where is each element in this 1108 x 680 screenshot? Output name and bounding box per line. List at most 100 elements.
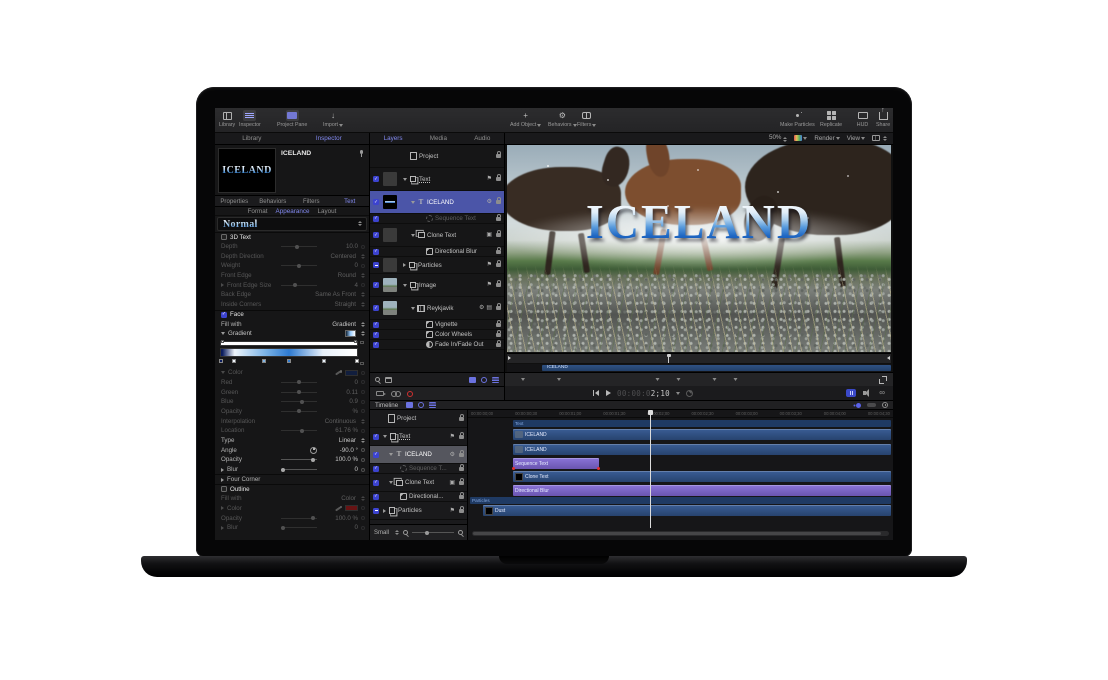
layer-activation-checkbox[interactable] xyxy=(373,305,379,311)
layer-name[interactable]: ICELAND xyxy=(427,199,485,206)
gradient-color-stop[interactable] xyxy=(262,359,266,363)
keyframe-button[interactable] xyxy=(361,390,365,394)
lock-icon[interactable] xyxy=(459,495,464,499)
record-animation-button[interactable] xyxy=(407,391,413,397)
disclosure-icon[interactable] xyxy=(389,481,393,484)
layer-name[interactable]: Text xyxy=(399,433,448,440)
inspector-tab[interactable]: Text xyxy=(331,196,370,206)
slider-knob[interactable] xyxy=(297,264,301,268)
slider-knob[interactable] xyxy=(300,429,304,433)
layer-name[interactable]: Vignette xyxy=(435,321,492,328)
layer-activation-checkbox[interactable] xyxy=(373,466,379,472)
lock-icon[interactable] xyxy=(496,200,501,204)
select-stepper[interactable] xyxy=(361,302,365,307)
out-point-marker[interactable] xyxy=(887,356,890,360)
gradient-preset-icon[interactable] xyxy=(345,330,356,337)
parameter-slider[interactable] xyxy=(281,382,317,383)
timeline-clip[interactable]: ICELAND xyxy=(513,429,891,440)
timeline-clip[interactable]: Particles xyxy=(470,497,891,504)
layer-row[interactable]: Vignette xyxy=(370,320,504,330)
parameter-slider[interactable] xyxy=(281,527,317,528)
keyframe-button[interactable] xyxy=(361,283,365,287)
parameter-value[interactable]: 0.11 xyxy=(320,389,358,396)
canvas-title-text[interactable]: ICELAND xyxy=(507,198,891,247)
layer-row[interactable]: Clone Text ▣ xyxy=(370,224,504,247)
layer-name[interactable]: Image xyxy=(419,282,485,289)
keyframe-button[interactable] xyxy=(361,429,365,433)
gradient-color-stop[interactable] xyxy=(232,359,236,363)
slider-knob[interactable] xyxy=(300,400,304,404)
lock-icon[interactable] xyxy=(496,343,501,347)
parameter-slider[interactable] xyxy=(281,411,317,412)
slider-knob[interactable] xyxy=(281,526,285,530)
slider-knob[interactable] xyxy=(281,468,285,472)
gradient-preset-stepper[interactable] xyxy=(361,331,365,336)
layer-activation-checkbox[interactable] xyxy=(373,332,379,338)
keyframe-button[interactable] xyxy=(361,245,365,249)
render-menu[interactable]: Render xyxy=(814,135,839,142)
zoom-level-select[interactable]: 50% xyxy=(769,134,787,142)
gradient-bar[interactable] xyxy=(220,348,358,357)
preset-stepper[interactable] xyxy=(358,221,362,226)
lock-icon[interactable] xyxy=(496,283,501,287)
layer-name[interactable]: Directional Blur xyxy=(435,248,492,255)
layer-activation-checkbox[interactable] xyxy=(373,342,379,348)
image-mask-tool[interactable] xyxy=(724,376,738,384)
disclosure-icon[interactable] xyxy=(389,453,393,456)
parameter-slider[interactable] xyxy=(281,392,317,393)
layer-activation-checkbox[interactable] xyxy=(373,452,379,458)
select-tool[interactable] xyxy=(511,376,525,384)
timeline-keyframes-view-icon[interactable] xyxy=(418,402,424,408)
clock-icon[interactable] xyxy=(882,402,888,408)
play-button[interactable] xyxy=(606,390,611,396)
gradient-color-stop[interactable] xyxy=(322,359,326,363)
gradient-opacity-bar[interactable] xyxy=(220,341,358,346)
filter-icon[interactable] xyxy=(385,377,392,383)
timeline-zoom-slider[interactable] xyxy=(412,532,454,533)
layer-activation-checkbox[interactable] xyxy=(373,176,379,182)
layer-name[interactable]: Fade In/Fade Out xyxy=(435,341,492,348)
parameter-value[interactable]: 100.0 % xyxy=(320,456,358,463)
select-stepper[interactable] xyxy=(361,419,365,424)
lock-icon[interactable] xyxy=(459,417,464,421)
layer-activation-checkbox[interactable] xyxy=(373,434,379,440)
parameter-value[interactable]: -90.0 ° xyxy=(320,447,358,454)
disclosure-icon[interactable] xyxy=(221,371,225,374)
slider-knob[interactable] xyxy=(311,458,315,462)
gradient-color-stop[interactable] xyxy=(219,359,223,363)
text-tool[interactable] xyxy=(703,376,717,384)
disclosure-icon[interactable] xyxy=(221,526,224,530)
panel-tab[interactable]: Inspector xyxy=(316,135,342,142)
keyframe-button[interactable] xyxy=(361,526,365,530)
replicate[interactable]: Replicate xyxy=(820,110,842,128)
layout-select[interactable] xyxy=(872,135,887,141)
parameter-checkbox[interactable]: ✓ xyxy=(221,234,227,240)
canvas-viewport[interactable]: ICELAND xyxy=(507,145,891,352)
color-swatch[interactable] xyxy=(345,370,358,376)
parameter-value[interactable]: 0 xyxy=(320,524,358,531)
slider-knob[interactable] xyxy=(297,380,301,384)
disclosure-icon[interactable] xyxy=(411,201,415,204)
parameter-value[interactable]: 0.9 xyxy=(320,398,358,405)
parameter-value[interactable]: Linear xyxy=(318,437,356,444)
disclosure-icon[interactable] xyxy=(221,506,224,510)
layer-row[interactable]: ICELAND ⚙ xyxy=(370,191,504,214)
layer-row[interactable]: Sequence Text xyxy=(370,214,504,224)
parameter-value[interactable]: 100.0 % xyxy=(320,515,358,522)
lock-icon[interactable] xyxy=(496,177,501,181)
parameter-value[interactable]: 61.76 % xyxy=(320,427,358,434)
layer-name[interactable]: Clone Text xyxy=(427,232,484,239)
library[interactable]: Library xyxy=(219,110,235,128)
keyframe-button[interactable] xyxy=(361,409,365,413)
disclosure-icon[interactable] xyxy=(383,435,387,438)
layer-name[interactable]: Color Wheels xyxy=(435,331,492,338)
keyframe-button[interactable] xyxy=(361,400,365,404)
gradient-section-header[interactable]: Gradient xyxy=(215,329,369,339)
layer-activation-checkbox[interactable] xyxy=(373,494,379,500)
timeline-clip[interactable]: Sequence Text xyxy=(513,458,599,469)
layer-name[interactable]: Particles xyxy=(398,507,448,514)
timeline-layer-row[interactable]: Particles ⚑ xyxy=(370,502,467,520)
lock-icon[interactable] xyxy=(496,263,501,267)
parameter-slider[interactable] xyxy=(281,265,317,266)
inspector-tab[interactable]: Properties xyxy=(215,196,254,206)
